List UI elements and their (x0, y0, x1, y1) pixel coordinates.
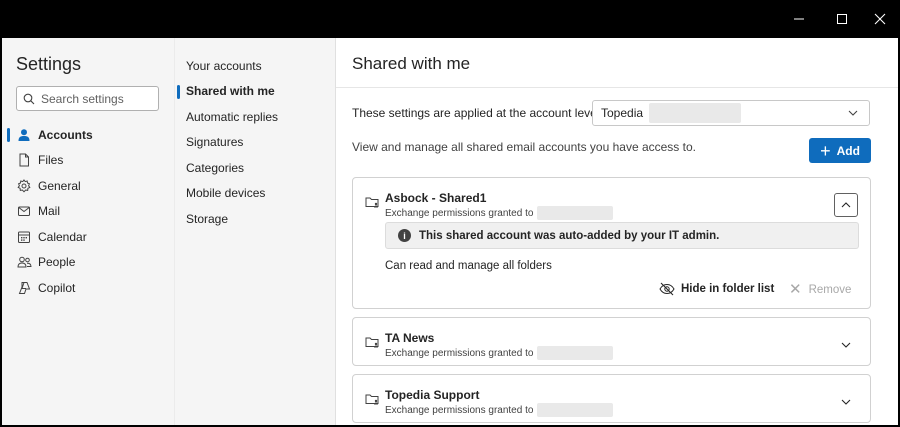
sidebar-item-accounts[interactable]: Accounts (2, 122, 174, 148)
admin-notice: i This shared account was auto-added by … (385, 222, 859, 249)
add-button-label: Add (836, 143, 860, 158)
subnav-list: Your accounts Shared with me Automatic r… (175, 53, 336, 232)
close-icon (874, 13, 886, 25)
search-placeholder: Search settings (41, 91, 124, 106)
shared-account-card[interactable]: TA News Exchange permissions granted to (352, 317, 871, 366)
sidebar-item-people[interactable]: People (2, 250, 174, 276)
copilot-icon (16, 280, 32, 296)
sidebar-item-label: General (38, 178, 81, 193)
maximize-icon (837, 14, 847, 24)
sidebar-item-label: Mail (38, 204, 61, 219)
permissions-text: Exchange permissions granted to (385, 403, 614, 417)
redacted-user (537, 346, 614, 360)
settings-title: Settings (16, 54, 82, 74)
title-bar (0, 0, 900, 38)
header-divider (336, 87, 898, 88)
remove-button[interactable]: ✕ Remove (789, 282, 851, 297)
shared-folder-icon (365, 394, 379, 405)
expand-button[interactable] (834, 390, 858, 414)
collapse-button[interactable] (834, 193, 858, 217)
file-icon (16, 152, 32, 168)
settings-nav: Accounts Files General Mail Calendar Peo… (2, 122, 174, 301)
sidebar-item-mail[interactable]: Mail (2, 199, 174, 225)
admin-notice-text: This shared account was auto-added by yo… (419, 229, 720, 242)
settings-dialog: Settings Search settings Accounts Files (2, 38, 898, 425)
sidebar-item-general[interactable]: General (2, 173, 174, 199)
accounts-subnav: Your accounts Shared with me Automatic r… (174, 38, 335, 425)
shared-account-card[interactable]: Topedia Support Exchange permissions gra… (352, 374, 871, 423)
info-icon: i (398, 229, 411, 242)
main-panel: Shared with me These settings are applie… (335, 38, 898, 425)
settings-sidebar: Settings Search settings Accounts Files (2, 38, 174, 425)
maximize-button[interactable] (831, 8, 853, 30)
shared-folder-icon (365, 337, 379, 348)
subnav-item-your-accounts[interactable]: Your accounts (175, 53, 336, 79)
app-window: Settings Search settings Accounts Files (0, 0, 900, 427)
shared-folder-icon (365, 197, 379, 208)
sidebar-item-label: Files (38, 153, 64, 168)
subnav-item-signatures[interactable]: Signatures (175, 130, 336, 156)
account-level-label: These settings are applied at the accoun… (352, 106, 603, 120)
people-icon (16, 254, 32, 270)
sidebar-item-label: Accounts (38, 127, 93, 142)
eye-off-icon (659, 282, 675, 296)
minimize-icon (794, 18, 804, 20)
permissions-label: Exchange permissions granted to (385, 347, 534, 359)
sidebar-item-label: Copilot (38, 280, 76, 295)
add-button[interactable]: + Add (809, 138, 871, 163)
shared-description: View and manage all shared email account… (352, 140, 696, 154)
gear-icon (16, 178, 32, 194)
redacted-email (649, 103, 742, 123)
close-button[interactable] (869, 8, 891, 30)
chevron-down-icon (841, 399, 851, 405)
shared-account-name: TA News (385, 331, 435, 345)
account-dropdown-value: Topedia (601, 106, 644, 120)
chevron-up-icon (841, 202, 851, 208)
subnav-item-categories[interactable]: Categories (175, 155, 336, 181)
subnav-item-automatic-replies[interactable]: Automatic replies (175, 104, 336, 130)
shared-account-name: Topedia Support (385, 388, 480, 402)
hide-label: Hide in folder list (681, 283, 775, 295)
subnav-item-shared-with-me[interactable]: Shared with me (175, 79, 336, 105)
chevron-down-icon (841, 342, 851, 348)
sidebar-item-label: People (38, 255, 76, 270)
access-level-text: Can read and manage all folders (385, 260, 552, 272)
permissions-label: Exchange permissions granted to (385, 404, 534, 416)
calendar-icon (16, 229, 32, 245)
minimize-button[interactable] (788, 8, 810, 30)
search-input[interactable]: Search settings (16, 86, 159, 111)
expand-button[interactable] (834, 333, 858, 357)
sidebar-item-calendar[interactable]: Calendar (2, 224, 174, 250)
sidebar-item-files[interactable]: Files (2, 148, 174, 174)
redacted-user (537, 403, 614, 417)
sidebar-item-label: Calendar (38, 229, 87, 244)
mail-icon (16, 203, 32, 219)
hide-in-folder-list-button[interactable]: Hide in folder list (659, 282, 774, 296)
search-icon (23, 93, 35, 104)
plus-icon: + (820, 140, 831, 161)
shared-account-card: Asbock - Shared1 Exchange permissions gr… (352, 177, 871, 309)
close-icon: ✕ (789, 281, 802, 298)
chevron-down-icon (848, 110, 858, 116)
subnav-item-mobile-devices[interactable]: Mobile devices (175, 181, 336, 207)
sidebar-item-copilot[interactable]: Copilot (2, 275, 174, 301)
page-title: Shared with me (352, 54, 471, 73)
remove-label: Remove (808, 283, 852, 296)
permissions-label: Exchange permissions granted to (385, 207, 534, 219)
shared-account-name: Asbock - Shared1 (385, 191, 487, 205)
subnav-item-storage[interactable]: Storage (175, 206, 336, 232)
permissions-text: Exchange permissions granted to (385, 346, 614, 360)
redacted-user (537, 206, 614, 220)
permissions-text: Exchange permissions granted to (385, 206, 614, 220)
person-icon (16, 127, 32, 143)
account-dropdown[interactable]: Topedia (592, 100, 870, 126)
